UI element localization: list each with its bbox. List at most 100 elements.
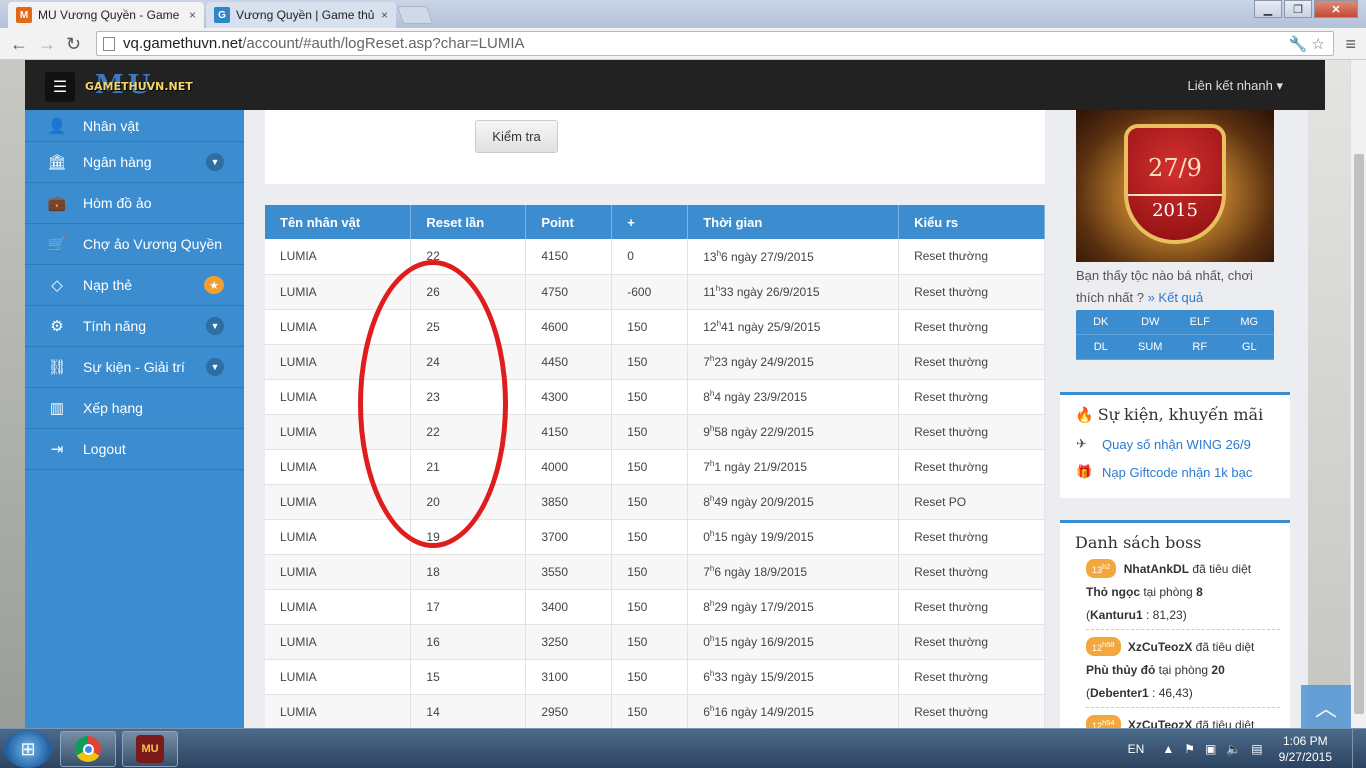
sidebar-item-logout[interactable]: ⇥ Logout	[25, 429, 244, 470]
cell-name: LUMIA	[265, 239, 412, 275]
caret-down-icon: ▾	[1276, 78, 1283, 93]
browser-toolbar: ← → ↻ vq.gamethuvn.net/account/#auth/log…	[0, 28, 1366, 60]
tab-close-icon[interactable]: ×	[189, 8, 196, 22]
tab-title: Vương Quyền | Game thủ	[236, 8, 375, 22]
sidebar-item-hom-do-ao[interactable]: 💼 Hòm đồ ảo	[25, 183, 244, 224]
quick-links-dropdown[interactable]: Liên kết nhanh ▾	[1188, 78, 1283, 94]
class-button[interactable]: ELF	[1175, 310, 1225, 335]
col-header-plus: +	[611, 205, 689, 239]
flag-icon[interactable]: ▣	[1205, 742, 1216, 756]
network-icon[interactable]: ⚑	[1184, 742, 1195, 756]
cell-type: Reset PO	[898, 484, 1045, 520]
scrollbar-thumb[interactable]	[1354, 154, 1364, 714]
connection-icon[interactable]: ▤	[1251, 742, 1262, 756]
event-link-giftcode[interactable]: 🎁 Nạp Giftcode nhận 1k bạc	[1060, 464, 1290, 480]
site-logo[interactable]: MU GAMETHUVN.NET	[85, 70, 205, 100]
sidebar-item-label: Xếp hạng	[83, 400, 143, 416]
table-row: LUMIA 17 3400 150 8h29 ngày 17/9/2015 Reset t…	[265, 589, 1045, 625]
clock-time: 1:06 PM	[1282, 734, 1328, 748]
quick-links-label: Liên kết nhanh	[1187, 78, 1273, 93]
cell-type: Reset thường	[898, 379, 1045, 415]
class-button[interactable]: GL	[1224, 335, 1274, 360]
cell-point: 4150	[525, 239, 613, 275]
class-button[interactable]: MG	[1224, 310, 1274, 335]
table-row: LUMIA 23 4300 150 8h4 ngày 23/9/2015 Reset th…	[265, 379, 1045, 415]
start-button[interactable]: ⊞	[4, 730, 52, 768]
class-button[interactable]: RF	[1175, 335, 1225, 360]
cell-point: 4450	[525, 344, 613, 380]
windows-taskbar: ⊞ MU EN ▲ ⚑ ▣ 🔈 ▤ 1:06 PM 9/27/2015	[0, 728, 1366, 768]
page-scrollbar[interactable]	[1350, 60, 1366, 728]
boss-time-badge: 12h54	[1086, 715, 1121, 728]
class-button[interactable]: DW	[1125, 310, 1175, 335]
close-window-icon[interactable]: ✕	[1314, 0, 1358, 18]
logo-site-text: GAMETHUVN.NET	[85, 80, 193, 93]
sidebar-item-nhan-vat[interactable]: 👤 Nhân vật	[25, 110, 244, 142]
hamburger-menu-icon[interactable]: ☰	[45, 72, 75, 102]
banner-date: 27/9	[1148, 154, 1202, 182]
volume-icon[interactable]: 🔈	[1226, 742, 1241, 756]
tab-close-icon[interactable]: ×	[381, 8, 388, 22]
forward-arrow-icon[interactable]: →	[38, 34, 56, 55]
sidebar-item-ngan-hang[interactable]: 🏛 Ngân hàng ▼	[25, 142, 244, 183]
tab-title: MU Vương Quyền - Game	[38, 8, 180, 22]
cell-time: 11h33 ngày 26/9/2015	[687, 274, 900, 310]
sidebar-item-su-kien[interactable]: ⛓ Sự kiện - Giải trí ▼	[25, 347, 244, 388]
class-button[interactable]: SUM	[1125, 335, 1175, 360]
cell-time: 7h6 ngày 18/9/2015	[687, 554, 900, 590]
taskbar-mu-game[interactable]: MU	[122, 731, 178, 767]
tab-mu-vuong-quyen[interactable]: M MU Vương Quyền - Game ×	[8, 2, 204, 28]
cell-point: 2950	[525, 694, 613, 728]
cell-time: 8h29 ngày 17/9/2015	[687, 589, 900, 625]
col-header-type: Kiểu rs	[898, 205, 1045, 239]
cell-point: 3400	[525, 589, 613, 625]
restore-icon[interactable]: ❐	[1284, 0, 1312, 18]
events-panel: 🔥 Sự kiện, khuyến mãi ✈ Quay số nhận WIN…	[1060, 392, 1290, 498]
back-to-top-button[interactable]: ︿	[1301, 685, 1351, 728]
boss-room: 20	[1211, 663, 1225, 677]
sidebar-item-xep-hang[interactable]: ▥ Xếp hạng	[25, 388, 244, 429]
cell-time: 0h15 ngày 19/9/2015	[687, 519, 900, 555]
cell-time: 6h33 ngày 15/9/2015	[687, 659, 900, 695]
clock[interactable]: 1:06 PM 9/27/2015	[1279, 733, 1332, 765]
sidebar-item-label: Tính năng	[83, 318, 147, 334]
cell-point: 3700	[525, 519, 613, 555]
new-tab-button[interactable]	[396, 6, 434, 24]
sidebar-item-tinh-nang[interactable]: ⚙ Tính năng ▼	[25, 306, 244, 347]
system-tray: EN ▲ ⚑ ▣ 🔈 ▤ 1:06 PM 9/27/2015	[1128, 729, 1366, 768]
chrome-menu-icon[interactable]: ≡	[1345, 34, 1356, 55]
cell-type: Reset thường	[898, 589, 1045, 625]
reload-icon[interactable]: ↻	[66, 34, 81, 55]
cell-time: 8h4 ngày 23/9/2015	[687, 379, 900, 415]
minimize-icon[interactable]: ▁	[1254, 0, 1282, 18]
show-hidden-icons-icon[interactable]: ▲	[1162, 742, 1174, 756]
cell-type: Reset thường	[898, 414, 1045, 450]
bank-icon: 🏛	[47, 154, 67, 171]
show-desktop-button[interactable]	[1352, 729, 1366, 768]
cell-plus: 150	[611, 624, 689, 660]
col-header-point: Point	[525, 205, 613, 239]
vote-result-link[interactable]: » Kết quả	[1148, 290, 1204, 305]
tab-vuong-quyen-game-thu[interactable]: G Vương Quyền | Game thủ ×	[206, 2, 396, 28]
back-arrow-icon[interactable]: ←	[10, 34, 28, 55]
url-host: vq.gamethuvn.net	[123, 35, 243, 52]
address-bar[interactable]: vq.gamethuvn.net/account/#auth/logReset.…	[96, 31, 1334, 56]
cell-type: Reset thường	[898, 449, 1045, 485]
chevron-down-icon: ▼	[206, 153, 224, 171]
class-button[interactable]: DK	[1076, 310, 1126, 335]
check-button[interactable]: Kiểm tra	[475, 120, 558, 153]
event-link-wing[interactable]: ✈ Quay số nhận WING 26/9	[1060, 436, 1290, 452]
logout-icon: ⇥	[50, 441, 64, 458]
bookmark-star-icon[interactable]: 🔧 ☆	[1289, 35, 1325, 53]
sidebar-item-nap-the[interactable]: ◇ Nạp thẻ ★	[25, 265, 244, 306]
sidebar-item-cho-ao[interactable]: 🛒 Chợ ảo Vương Quyền	[25, 224, 244, 265]
taskbar-chrome[interactable]	[60, 731, 116, 767]
boss-map: Kanturu1	[1090, 608, 1143, 622]
chevron-down-icon: ▼	[206, 317, 224, 335]
boss-map: Debenter1	[1090, 686, 1149, 700]
event-banner[interactable]: 27/9 2015	[1076, 110, 1274, 262]
class-button[interactable]: DL	[1076, 335, 1126, 360]
boss-killer: XzCuTeozX	[1127, 640, 1193, 654]
language-indicator[interactable]: EN	[1128, 742, 1145, 756]
cell-name: LUMIA	[265, 309, 412, 345]
